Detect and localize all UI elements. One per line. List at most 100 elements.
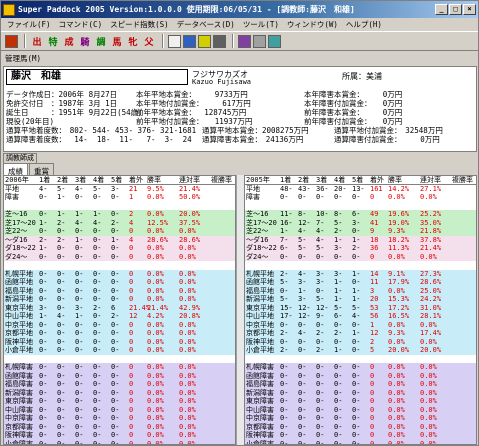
table-cell: 4: [129, 218, 134, 227]
table-cell: 0-: [111, 320, 120, 329]
table-cell: 0: [129, 380, 134, 388]
print-icon[interactable]: [213, 34, 226, 48]
row-label: ～ダ16: [246, 235, 269, 244]
row-label: 中京障害: [5, 414, 33, 422]
table-row: 京都障害 0- 0- 0- 0- 0- 0 0.0% 0.0%: [4, 422, 235, 431]
table-cell: 0-: [93, 380, 102, 388]
table-cell: 0-: [93, 363, 102, 371]
menu-help[interactable]: ヘルプ(H): [342, 19, 386, 30]
table-row: 京都平地 0- 0- 0- 0- 0- 0 0.0% 0.0%: [4, 329, 235, 338]
table-cell: 5-: [280, 278, 289, 286]
menu-file[interactable]: ファイル(F): [3, 19, 55, 30]
table-cell: 4-: [316, 235, 325, 244]
table-cell: 0-: [93, 431, 102, 439]
table-cell: 0-: [352, 337, 361, 346]
table-cell: 0.0%: [179, 439, 196, 445]
table-row: 中京障害 0- 0- 0- 0- 0- 0 0.0% 0.0%: [245, 414, 476, 423]
results-table-2006: 2006年 1着 2着 3着 4着 5着 着外 勝率 連対率 複勝率 平地 4- 5- 4- 5- 3- 21 9…: [3, 175, 236, 445]
menu-speed-index[interactable]: スピード指数(S): [106, 19, 173, 30]
toolbar-uma-button[interactable]: 馬: [110, 34, 124, 49]
table-cell: 0-: [111, 252, 120, 261]
table-row: 東京平地 15- 12- 12- 5- 5- 53 17.2% 31.0%: [245, 303, 476, 312]
table-row: ダ18～22 6- 5- 5- 3- 2- 36 11.3% 21.4%: [245, 244, 476, 253]
table-cell: 0-: [93, 337, 102, 346]
row-label: 障害: [246, 193, 260, 201]
toolbar-chokyo-button[interactable]: 調: [94, 34, 108, 49]
menu-database[interactable]: データベース(D): [173, 19, 239, 30]
table-cell: 3-: [316, 278, 325, 286]
table-row: ダ24～ 0- 0- 0- 0- 0- 0 0.0% 0.0%: [245, 252, 476, 261]
row-label: 阪神平地: [246, 337, 274, 346]
row-label: 中京平地: [246, 320, 274, 329]
trainer-roma: Kazuo Fujisawa: [192, 78, 252, 86]
table-row: 芝22～ 0- 0- 0- 0- 0- 0 0.0% 0.0%: [4, 227, 235, 236]
table-cell: 0-: [93, 193, 102, 201]
table-cell: 0-: [57, 439, 66, 445]
table-cell: 0-: [280, 286, 289, 295]
window-icon[interactable]: [183, 34, 196, 48]
table-row: 阪神障害 0- 0- 0- 0- 0- 0 0.0% 0.0%: [245, 431, 476, 440]
table-cell: 0-: [75, 286, 84, 295]
table-cell: 0-: [298, 346, 307, 354]
table-cell: 15.3%: [388, 295, 410, 303]
table-cell: 0.0%: [179, 422, 196, 431]
toolbar-shutsuba-button[interactable]: 出: [30, 34, 44, 49]
toolbar-tokubetsu-button[interactable]: 特: [46, 34, 60, 49]
minimize-button[interactable]: _: [435, 4, 448, 15]
table-cell: 0-: [93, 414, 102, 422]
table-cell: 0: [129, 329, 134, 337]
table-cell: 0: [129, 346, 134, 354]
row-label: 京都平地: [5, 329, 33, 337]
table-cell: 0-: [75, 422, 84, 431]
table-header-row: 2006年 1着 2着 3着 4着 5着 着外 勝率 連対率 複勝率: [4, 176, 235, 185]
table-cell: 0.0%: [147, 329, 164, 337]
row-label: 函館平地: [5, 278, 33, 286]
table-cell: 0-: [316, 337, 325, 346]
table-cell: 2-: [280, 346, 289, 354]
menu-window[interactable]: ウィンドウ(W): [283, 19, 342, 30]
table-cell: 0-: [352, 346, 361, 354]
maximize-button[interactable]: □: [449, 4, 462, 15]
row-label: 札幌平地: [5, 269, 33, 278]
table-cell: 41: [370, 218, 379, 227]
toolbar-kishu-button[interactable]: 騎: [78, 34, 92, 49]
close-button[interactable]: ×: [463, 4, 476, 15]
table-cell: 2-: [280, 269, 289, 278]
menu-command[interactable]: コマンド(C): [55, 19, 107, 30]
table-cell: 5-: [334, 303, 343, 312]
table-cell: 0-: [316, 252, 325, 261]
table-cell: 2: [370, 337, 375, 346]
table-cell: 0.0%: [147, 286, 164, 295]
table-cell: 42.9%: [179, 303, 201, 312]
toolbar-seiseki-button[interactable]: 成: [62, 34, 76, 49]
table-cell: 4-: [298, 329, 307, 337]
table-cell: 0.0%: [420, 193, 437, 201]
menu-tools[interactable]: ツール(T): [239, 19, 283, 30]
row-label: 福島平地: [5, 286, 33, 295]
table-cell: 1-: [352, 295, 361, 303]
red-book-icon[interactable]: [5, 34, 18, 48]
table-cell: 0.0%: [147, 295, 164, 303]
managed-horses-link[interactable]: 管理馬(M): [1, 51, 478, 65]
row-label: 函館障害: [246, 371, 274, 380]
toolbar-hinba-button[interactable]: 牝: [126, 34, 140, 49]
table-cell: 0-: [111, 380, 120, 388]
trainer-info-panel: 藤沢 和雄 フジサワカズオ Kazuo Fujisawa 所属：美浦 データ作成…: [3, 66, 477, 152]
table-cell: 0: [129, 295, 134, 303]
help-icon[interactable]: [268, 34, 281, 48]
book-icon[interactable]: [238, 34, 251, 48]
grid-icon[interactable]: [168, 34, 181, 48]
table-cell: 0: [129, 278, 134, 286]
table-cell: 0.0%: [147, 320, 164, 329]
table-cell: 0-: [316, 422, 325, 431]
tool-icon[interactable]: [253, 34, 266, 48]
table-scrollbar[interactable]: [236, 175, 244, 445]
table-cell: 0.0%: [388, 397, 405, 405]
table-cell: 0-: [57, 346, 66, 354]
toolbar-chichi-button[interactable]: 父: [142, 34, 156, 49]
chart-icon[interactable]: [198, 34, 211, 48]
table-cell: 4-: [93, 218, 102, 227]
table-row: 東京障害 0- 0- 0- 0- 0- 0 0.0% 0.0%: [4, 397, 235, 406]
table-cell: 0.0%: [388, 371, 405, 380]
table-row: 小倉平地 0- 0- 0- 0- 0- 0 0.0% 0.0%: [4, 346, 235, 355]
